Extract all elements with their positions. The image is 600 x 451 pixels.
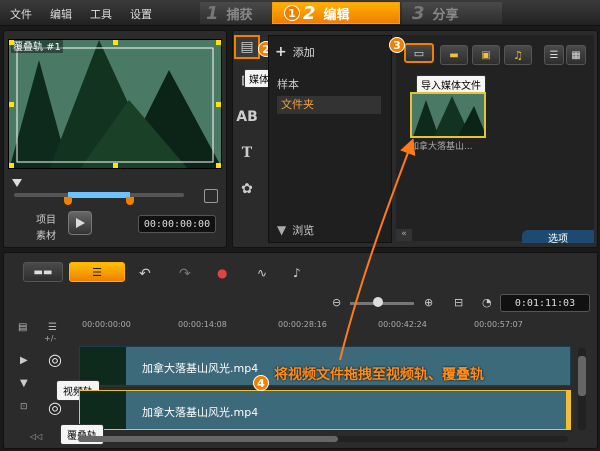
badge-4: 4 [253, 375, 269, 391]
instruction-text: 将视频文件拖拽至视频轨、覆叠轨 [274, 367, 484, 383]
